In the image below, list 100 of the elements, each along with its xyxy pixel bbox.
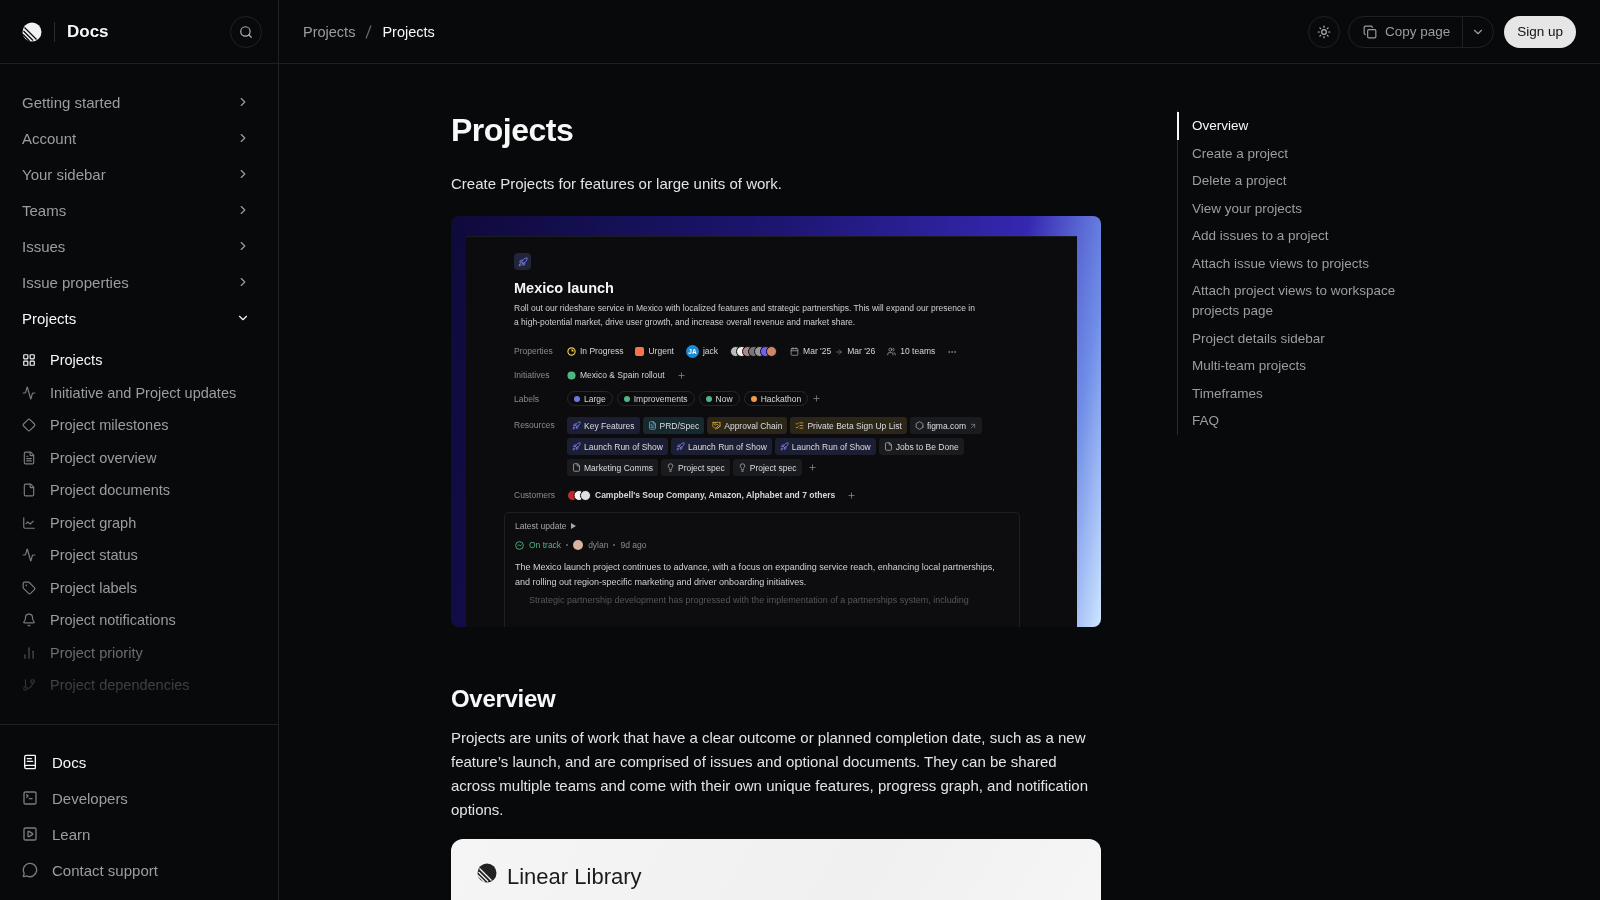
nav-item[interactable]: Project status xyxy=(22,539,256,572)
nav-section[interactable]: Issue properties xyxy=(22,264,256,300)
update-text: The Mexico launch project continues to advance, with a focus on expanding service reach, enhancing local partnerships, and rolling out region-specific marketing and driver onboarding initiatives. xyxy=(515,561,996,589)
breadcrumb[interactable]: Projects xyxy=(382,23,435,40)
member-avatars xyxy=(730,346,779,357)
line-chart-icon xyxy=(22,515,36,530)
progress-icon xyxy=(567,347,576,356)
nav-item[interactable]: Project milestones xyxy=(22,409,256,442)
toc-link[interactable]: View your projects xyxy=(1177,194,1417,222)
resource-chip[interactable]: PRD/Spec xyxy=(642,417,705,434)
nav-item[interactable]: Project notifications xyxy=(22,604,256,637)
author-avatar xyxy=(573,540,584,550)
nav-section[interactable]: Projects xyxy=(22,300,256,336)
terminal-icon xyxy=(22,790,38,806)
brand-name[interactable]: Docs xyxy=(67,21,109,42)
property-label: Labels xyxy=(514,393,541,406)
rocket-icon xyxy=(779,442,789,451)
toc-link[interactable]: Attach issue views to projects xyxy=(1177,249,1417,277)
date-range[interactable]: Mar '25 Mar '26 xyxy=(790,343,876,360)
breadcrumb[interactable]: Projects xyxy=(303,23,356,40)
copy-icon xyxy=(1362,24,1377,39)
list-icon xyxy=(795,421,805,430)
toc-link[interactable]: Project details sidebar xyxy=(1177,324,1417,352)
footer-link[interactable]: Learn xyxy=(22,816,256,852)
arrow-icon xyxy=(835,347,844,356)
footer-link[interactable]: Docs xyxy=(22,744,256,780)
toc-link[interactable]: Create a project xyxy=(1177,139,1417,167)
nav-item[interactable]: Project labels xyxy=(22,571,256,604)
file-icon xyxy=(883,442,893,451)
resource-chip[interactable]: Approval Chain xyxy=(707,417,788,434)
page-title: Projects xyxy=(451,111,575,150)
tag-icon xyxy=(22,580,36,595)
sign-up-button[interactable]: Sign up xyxy=(1504,15,1576,48)
property-label: Resources xyxy=(514,419,556,432)
add-icon[interactable] xyxy=(676,371,686,380)
project-description: Roll out our rideshare service in Mexico with localized features and strategic partnerships. This will expand our presence in a high-potential market, drive user growth, and increase overall revenue and market share. xyxy=(514,302,976,329)
grid-icon xyxy=(22,353,36,368)
toc-link[interactable]: Overview xyxy=(1177,112,1417,140)
section-text: Projects are units of work that have a clear outcome or planned completion date, such as a new feature’s launch, and are comprised of issues and optional documents. They can be shared across multiple teams and come with their own unique features, progress graph, and notification options. xyxy=(451,728,1089,820)
nav-item[interactable]: Projects xyxy=(22,344,256,377)
add-icon[interactable] xyxy=(847,491,857,500)
nav-item[interactable]: Initiative and Project updates xyxy=(22,376,256,409)
update-bullet: Strategic partnership development has progressed with the implementation of a partnerships system, including xyxy=(528,594,970,607)
customer-logos xyxy=(567,490,591,501)
bell-icon xyxy=(22,613,36,628)
resource-chip[interactable]: Key Features xyxy=(567,417,640,434)
toc-link[interactable]: Attach project views to workspace projects page xyxy=(1177,277,1417,325)
logo-icon xyxy=(22,21,42,42)
nav-item[interactable]: Project graph xyxy=(22,506,256,539)
nav-section[interactable]: Teams xyxy=(22,192,256,228)
nav-section[interactable]: Issues xyxy=(22,228,256,264)
teams-value[interactable]: 10 teams xyxy=(887,343,936,360)
footer-link[interactable]: Contact support xyxy=(22,852,256,888)
toc-link[interactable]: Delete a project xyxy=(1177,167,1417,195)
nav-section[interactable]: Your sidebar xyxy=(22,156,256,192)
resource-chip[interactable]: figma.com xyxy=(909,417,983,434)
footer-link[interactable]: Developers xyxy=(22,780,256,816)
toc-link[interactable]: Add issues to a project xyxy=(1177,222,1417,250)
property-label: Initiatives xyxy=(514,369,551,382)
update-status: On track xyxy=(529,540,562,550)
initiative-value[interactable]: Mexico & Spain rollout xyxy=(567,367,665,384)
nav-item[interactable]: Project documents xyxy=(22,474,256,507)
update-label[interactable]: Latest update xyxy=(515,521,1009,531)
add-icon[interactable] xyxy=(807,463,817,472)
resource-chip[interactable]: Launch Run of Show xyxy=(567,438,668,455)
section-heading: Overview xyxy=(451,684,557,714)
on-track-icon xyxy=(515,540,524,550)
diamond-icon xyxy=(22,418,36,433)
resource-chip[interactable]: Launch Run of Show xyxy=(774,438,876,455)
nav-item[interactable]: Project overview xyxy=(22,441,256,474)
sun-icon xyxy=(1316,24,1331,39)
rocket-icon xyxy=(572,421,581,430)
urgent-icon xyxy=(635,347,645,356)
priority-value[interactable]: Urgent xyxy=(635,343,674,360)
nav-item[interactable]: Project priority xyxy=(22,636,256,669)
team-icon xyxy=(887,347,897,356)
toc-link[interactable]: Timeframes xyxy=(1177,379,1417,407)
nav-section[interactable]: Account xyxy=(22,120,256,156)
initiative-icon xyxy=(567,371,576,380)
add-icon[interactable] xyxy=(812,394,822,403)
activity-icon xyxy=(22,548,36,563)
resource-chip[interactable]: Launch Run of Show xyxy=(670,438,772,455)
document-icon xyxy=(22,450,36,465)
resource-chip[interactable]: Private Beta Sign Up List xyxy=(790,417,907,434)
resource-chip[interactable]: Jobs to Be Done xyxy=(878,438,964,455)
toc-link[interactable]: Multi-team projects xyxy=(1177,352,1417,380)
logo-icon xyxy=(477,863,497,883)
external-link-icon xyxy=(969,421,978,430)
caret-icon xyxy=(570,523,576,529)
resource-chip[interactable]: Project spec xyxy=(732,459,802,476)
status-value[interactable]: In Progress xyxy=(567,343,624,360)
search-icon xyxy=(239,24,253,39)
toc-link[interactable]: FAQ xyxy=(1177,407,1417,435)
document-icon xyxy=(647,421,657,430)
file-icon xyxy=(572,463,581,472)
rocket-icon xyxy=(675,442,685,451)
nav-section[interactable]: Getting started xyxy=(22,84,256,120)
customers-value[interactable]: Campbell's Soup Company, Amazon, Alphabet and 7 others xyxy=(595,487,836,504)
resource-chip[interactable]: Project spec xyxy=(660,459,730,476)
resource-chip[interactable]: Marketing Comms xyxy=(567,459,658,476)
